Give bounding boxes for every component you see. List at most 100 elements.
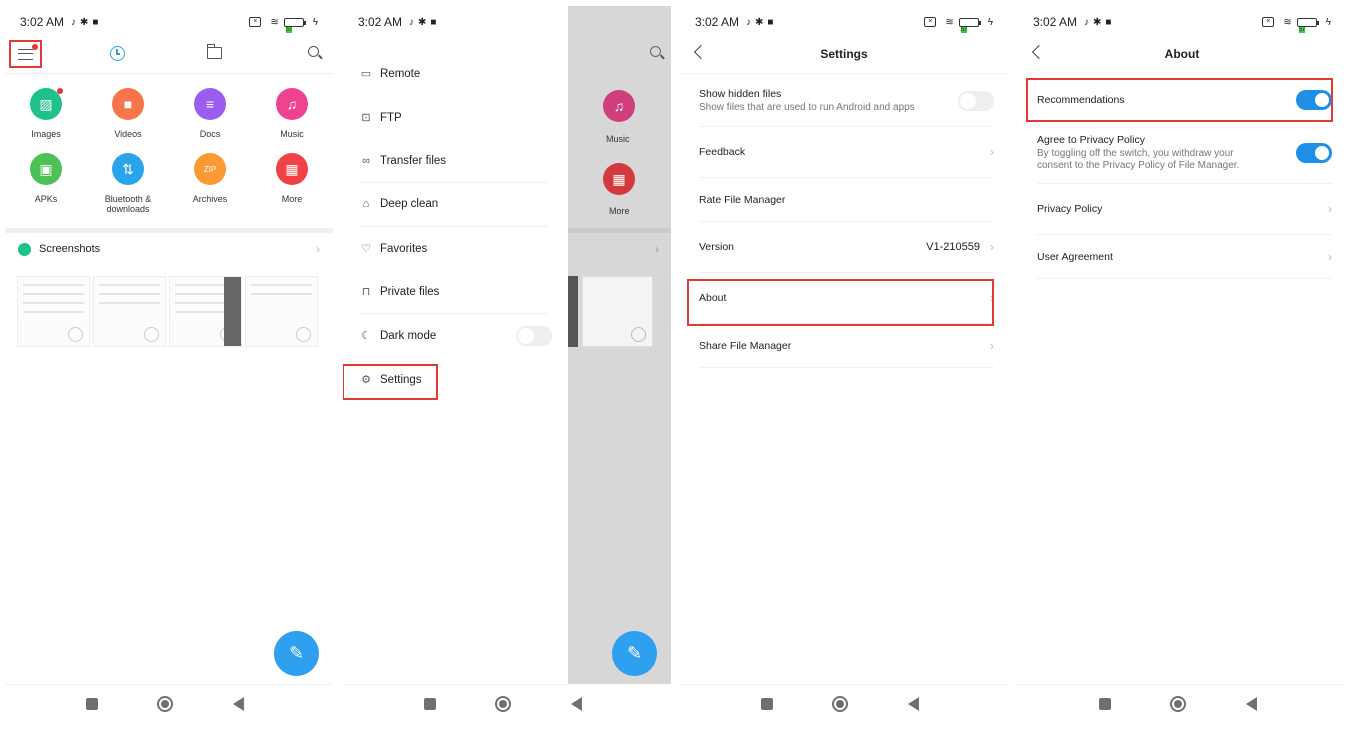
clean-fab-button[interactable]: ✎ [274, 631, 319, 676]
nav-bar [5, 684, 333, 724]
screenshots-header[interactable]: Screenshots › [18, 240, 320, 258]
notification-icon: ■ [1105, 16, 1112, 28]
drawer-item-favorites[interactable]: ♡ Favorites [360, 227, 548, 271]
agree-privacy-title: Agree to Privacy Policy [1037, 133, 1145, 146]
screenshot-thumbnail [582, 276, 653, 347]
recents-button[interactable] [1099, 698, 1111, 710]
screenshot-thumbnail[interactable] [93, 276, 166, 347]
back-button[interactable] [908, 697, 919, 711]
back-button[interactable] [571, 697, 582, 711]
rate-label: Rate File Manager [699, 193, 786, 206]
privacy-policy-row[interactable]: Privacy Policy › [1037, 184, 1332, 235]
status-time: 3:02 AM [695, 15, 740, 29]
battery-level: 57 [285, 26, 293, 33]
show-hidden-files-toggle[interactable] [958, 91, 994, 111]
privacy-policy-label: Privacy Policy [1037, 203, 1103, 215]
header: Settings [680, 38, 1008, 74]
wifi-icon: ≋ [270, 16, 279, 28]
remote-icon: ▭ [360, 68, 372, 81]
user-agreement-label: User Agreement [1037, 250, 1113, 263]
chevron-right-icon: › [990, 240, 994, 254]
category-label: Docs [199, 129, 221, 139]
category-bluetooth-downloads[interactable]: ⇅ Bluetooth & downloads [87, 153, 169, 214]
drawer-screen: ♫ Music ▦ More › ✎ 3:02 AM ♪ ✱ ■ ▭ Remote… [343, 0, 671, 735]
drawer-item-label: FTP [380, 111, 402, 124]
category-docs[interactable]: ≡ Docs [169, 88, 251, 139]
files-tab-folder-icon[interactable] [206, 44, 222, 59]
gear-icon: ✱ [755, 16, 764, 28]
home-button[interactable] [495, 696, 511, 712]
screenshots-label: Screenshots [39, 243, 101, 255]
category-archives[interactable]: ZIP Archives [169, 153, 251, 214]
agree-privacy-row[interactable]: Agree to Privacy Policy By toggling off … [1037, 122, 1332, 184]
gear-icon: ✱ [1093, 16, 1102, 28]
status-bar: 3:02 AM ♪ ✱ ■ × ≋ 57 ϟ [695, 14, 993, 33]
share-row[interactable]: Share File Manager › [699, 324, 994, 368]
heart-icon: ♡ [361, 243, 371, 256]
agree-privacy-toggle[interactable] [1296, 142, 1332, 163]
chevron-right-icon: › [655, 242, 659, 256]
rate-row[interactable]: Rate File Manager [699, 178, 994, 222]
grid-icon: ▦ [276, 153, 308, 185]
status-bar: 3:02 AM ♪ ✱ ■ × ≋ 57 ϟ [1033, 14, 1331, 33]
menu-button[interactable] [9, 40, 42, 68]
back-button[interactable] [1246, 697, 1257, 711]
image-icon: ▨ [30, 88, 63, 120]
screenshot-thumbnail[interactable] [17, 276, 90, 347]
page-title: Settings [820, 47, 868, 61]
about-screen: 3:02 AM ♪ ✱ ■ × ≋ 57 ϟ About Recommendat… [1018, 0, 1346, 735]
screenshot-thumbnail [568, 276, 578, 347]
android-icon: ▣ [30, 153, 62, 185]
show-hidden-files-row[interactable]: Show hidden files Show files that are us… [699, 76, 994, 127]
feedback-row[interactable]: Feedback › [699, 127, 994, 178]
category-apks[interactable]: ▣ APKs [5, 153, 87, 214]
drawer-item-ftp[interactable]: ⊡ FTP [360, 96, 548, 140]
version-row[interactable]: Version V1-210559 › [699, 222, 994, 273]
home-button[interactable] [832, 696, 848, 712]
screenshots-icon [18, 242, 31, 256]
drawer-item-private-files[interactable]: ⊓ Private files [360, 270, 548, 315]
search-icon[interactable] [308, 46, 319, 57]
home-button[interactable] [157, 696, 173, 712]
recommendations-highlight [1026, 78, 1333, 122]
chevron-right-icon: › [990, 338, 994, 353]
settings-screen: 3:02 AM ♪ ✱ ■ × ≋ 57 ϟ Settings Show hid… [680, 0, 1008, 735]
broom-icon: ✎ [626, 643, 643, 663]
drawer-item-deep-clean[interactable]: ⌂ Deep clean [360, 183, 548, 227]
category-more[interactable]: ▦ More [251, 153, 333, 214]
dimmed-background[interactable]: ♫ Music ▦ More › ✎ [568, 6, 671, 684]
category-videos[interactable]: ■ Videos [87, 88, 169, 139]
drawer-item-dark-mode[interactable]: ☾ Dark mode [360, 314, 552, 358]
home-button[interactable] [1170, 696, 1186, 712]
recents-button[interactable] [86, 698, 98, 710]
divider [568, 228, 671, 233]
drawer-item-transfer-files[interactable]: ∞ Transfer files [360, 139, 548, 184]
header: About [1018, 38, 1346, 74]
divider [5, 228, 333, 233]
category-music[interactable]: ♫ Music [251, 88, 333, 139]
recent-tab-clock-icon[interactable] [110, 46, 125, 61]
drawer-item-remote[interactable]: ▭ Remote [360, 52, 548, 96]
nav-bar [343, 684, 582, 724]
tiktok-icon: ♪ [71, 16, 77, 28]
tiktok-icon: ♪ [1084, 16, 1090, 28]
category-label: Bluetooth & downloads [104, 194, 152, 214]
side-drawer: 3:02 AM ♪ ✱ ■ ▭ Remote ⊡ FTP ∞ Transfer files… [343, 0, 582, 735]
category-images[interactable]: ▨ Images [5, 88, 87, 139]
drawer-item-label: Transfer files [380, 154, 447, 167]
category-label: More [281, 194, 303, 204]
broom-icon: ✎ [288, 643, 305, 663]
moon-icon: ☾ [361, 330, 371, 343]
recents-button[interactable] [761, 698, 773, 710]
nav-bar [1018, 684, 1346, 724]
back-button[interactable] [233, 697, 244, 711]
tiktok-icon: ♪ [409, 16, 415, 28]
screenshot-thumbnail[interactable] [245, 276, 318, 347]
dark-mode-toggle[interactable] [516, 325, 552, 346]
recents-button[interactable] [424, 698, 436, 710]
user-agreement-row[interactable]: User Agreement › [1037, 235, 1332, 279]
screenshot-thumbnail[interactable] [169, 276, 242, 347]
nav-bar [680, 684, 1008, 724]
wifi-icon: ≋ [1283, 16, 1292, 28]
chevron-right-icon: › [990, 145, 994, 159]
